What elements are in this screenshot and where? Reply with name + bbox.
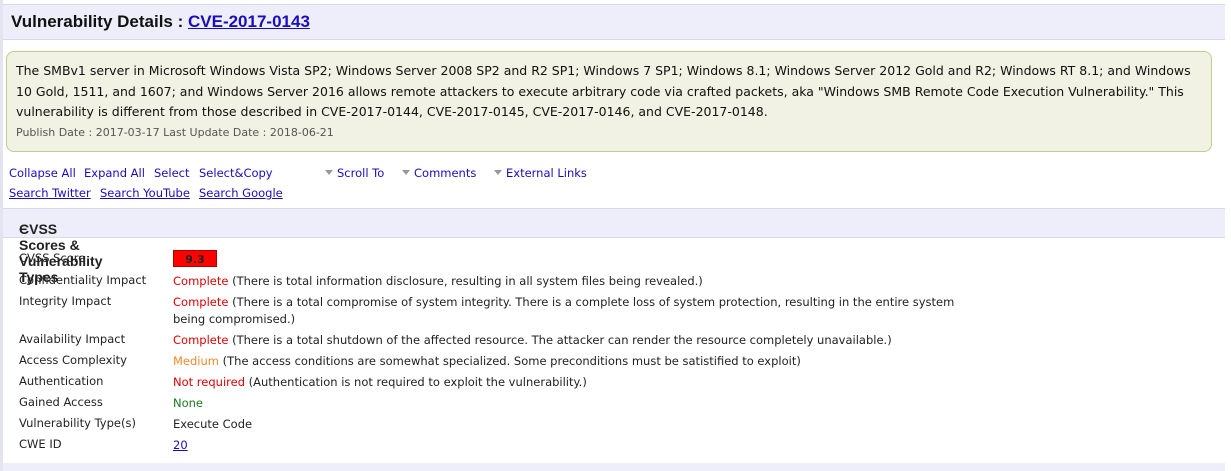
availability-label: Availability Impact bbox=[19, 332, 126, 346]
cvss-score-label: CVSS Score bbox=[19, 251, 86, 265]
next-section-header bbox=[3, 463, 1225, 471]
cwe-id-row: CWE ID 20 bbox=[19, 437, 1119, 455]
cvss-section-header[interactable]: − CVSS Scores & Vulnerability Types bbox=[3, 208, 1225, 285]
access-complexity-row: Access Complexity Medium (The access con… bbox=[19, 353, 1119, 371]
cvss-score-row: CVSS Score 9.3 bbox=[19, 250, 1119, 268]
gained-access-value: None bbox=[173, 396, 204, 410]
confidentiality-value: Complete bbox=[173, 274, 229, 288]
confidentiality-note: (There is total information disclosure, … bbox=[228, 274, 703, 288]
vulnerability-description: The SMBv1 server in Microsoft Windows Vi… bbox=[16, 63, 1191, 119]
external-links-dropdown[interactable]: External Links bbox=[494, 166, 587, 180]
cve-id-link[interactable]: CVE-2017-0143 bbox=[188, 12, 310, 31]
publish-update-dates: Publish Date : 2017-03-17 Last Update Da… bbox=[16, 125, 334, 139]
collapse-all-link[interactable]: Collapse All bbox=[9, 166, 76, 180]
dropdown-arrow-icon bbox=[325, 170, 333, 175]
summary-box: The SMBv1 server in Microsoft Windows Vi… bbox=[6, 51, 1212, 152]
access-complexity-label: Access Complexity bbox=[19, 353, 127, 367]
availability-value: Complete bbox=[173, 333, 229, 347]
vulnerability-types-row: Vulnerability Type(s) Execute Code bbox=[19, 416, 1119, 434]
cwe-id-link[interactable]: 20 bbox=[173, 438, 188, 452]
search-google-link[interactable]: Search Google bbox=[199, 186, 283, 200]
confidentiality-label: Confidentiality Impact bbox=[19, 273, 147, 287]
actions-row: Collapse All Expand All Select Select&Co… bbox=[9, 166, 709, 182]
comments-dropdown[interactable]: Comments bbox=[402, 166, 476, 180]
integrity-label: Integrity Impact bbox=[19, 294, 112, 308]
select-link[interactable]: Select bbox=[154, 166, 189, 180]
confidentiality-row: Confidentiality Impact Complete (There i… bbox=[19, 273, 1119, 291]
page-title-prefix: Vulnerability Details : bbox=[11, 12, 188, 31]
authentication-value: Not required bbox=[173, 375, 245, 389]
authentication-label: Authentication bbox=[19, 374, 104, 388]
access-complexity-note: (The access conditions are somewhat spec… bbox=[218, 354, 801, 368]
external-links-label: External Links bbox=[506, 166, 587, 180]
authentication-note: (Authentication is not required to explo… bbox=[245, 375, 587, 389]
availability-note: (There is a total shutdown of the affect… bbox=[228, 333, 892, 347]
access-complexity-value: Medium bbox=[173, 354, 219, 368]
availability-row: Availability Impact Complete (There is a… bbox=[19, 332, 1119, 350]
scroll-to-label: Scroll To bbox=[337, 166, 385, 180]
integrity-note: (There is a total compromise of system i… bbox=[173, 295, 955, 326]
search-twitter-link[interactable]: Search Twitter bbox=[9, 186, 91, 200]
page-title: Vulnerability Details : CVE-2017-0143 bbox=[11, 12, 310, 32]
dropdown-arrow-icon bbox=[494, 170, 502, 175]
comments-label: Comments bbox=[414, 166, 477, 180]
authentication-row: Authentication Not required (Authenticat… bbox=[19, 374, 1119, 392]
search-youtube-link[interactable]: Search YouTube bbox=[100, 186, 190, 200]
select-copy-link[interactable]: Select&Copy bbox=[199, 166, 273, 180]
gained-access-row: Gained Access None bbox=[19, 395, 1119, 413]
cvss-score-badge: 9.3 bbox=[173, 250, 217, 267]
scroll-to-dropdown[interactable]: Scroll To bbox=[325, 166, 384, 180]
page-title-bar: Vulnerability Details : CVE-2017-0143 bbox=[3, 4, 1225, 40]
integrity-row: Integrity Impact Complete (There is a to… bbox=[19, 294, 1119, 330]
expand-all-link[interactable]: Expand All bbox=[84, 166, 145, 180]
search-links-row: Search Twitter Search YouTube Search Goo… bbox=[9, 186, 409, 202]
gained-access-label: Gained Access bbox=[19, 395, 103, 409]
dropdown-arrow-icon bbox=[402, 170, 410, 175]
cwe-id-label: CWE ID bbox=[19, 437, 62, 451]
integrity-value: Complete bbox=[173, 295, 229, 309]
vulnerability-types-label: Vulnerability Type(s) bbox=[19, 416, 136, 430]
vulnerability-types-value: Execute Code bbox=[173, 417, 253, 431]
